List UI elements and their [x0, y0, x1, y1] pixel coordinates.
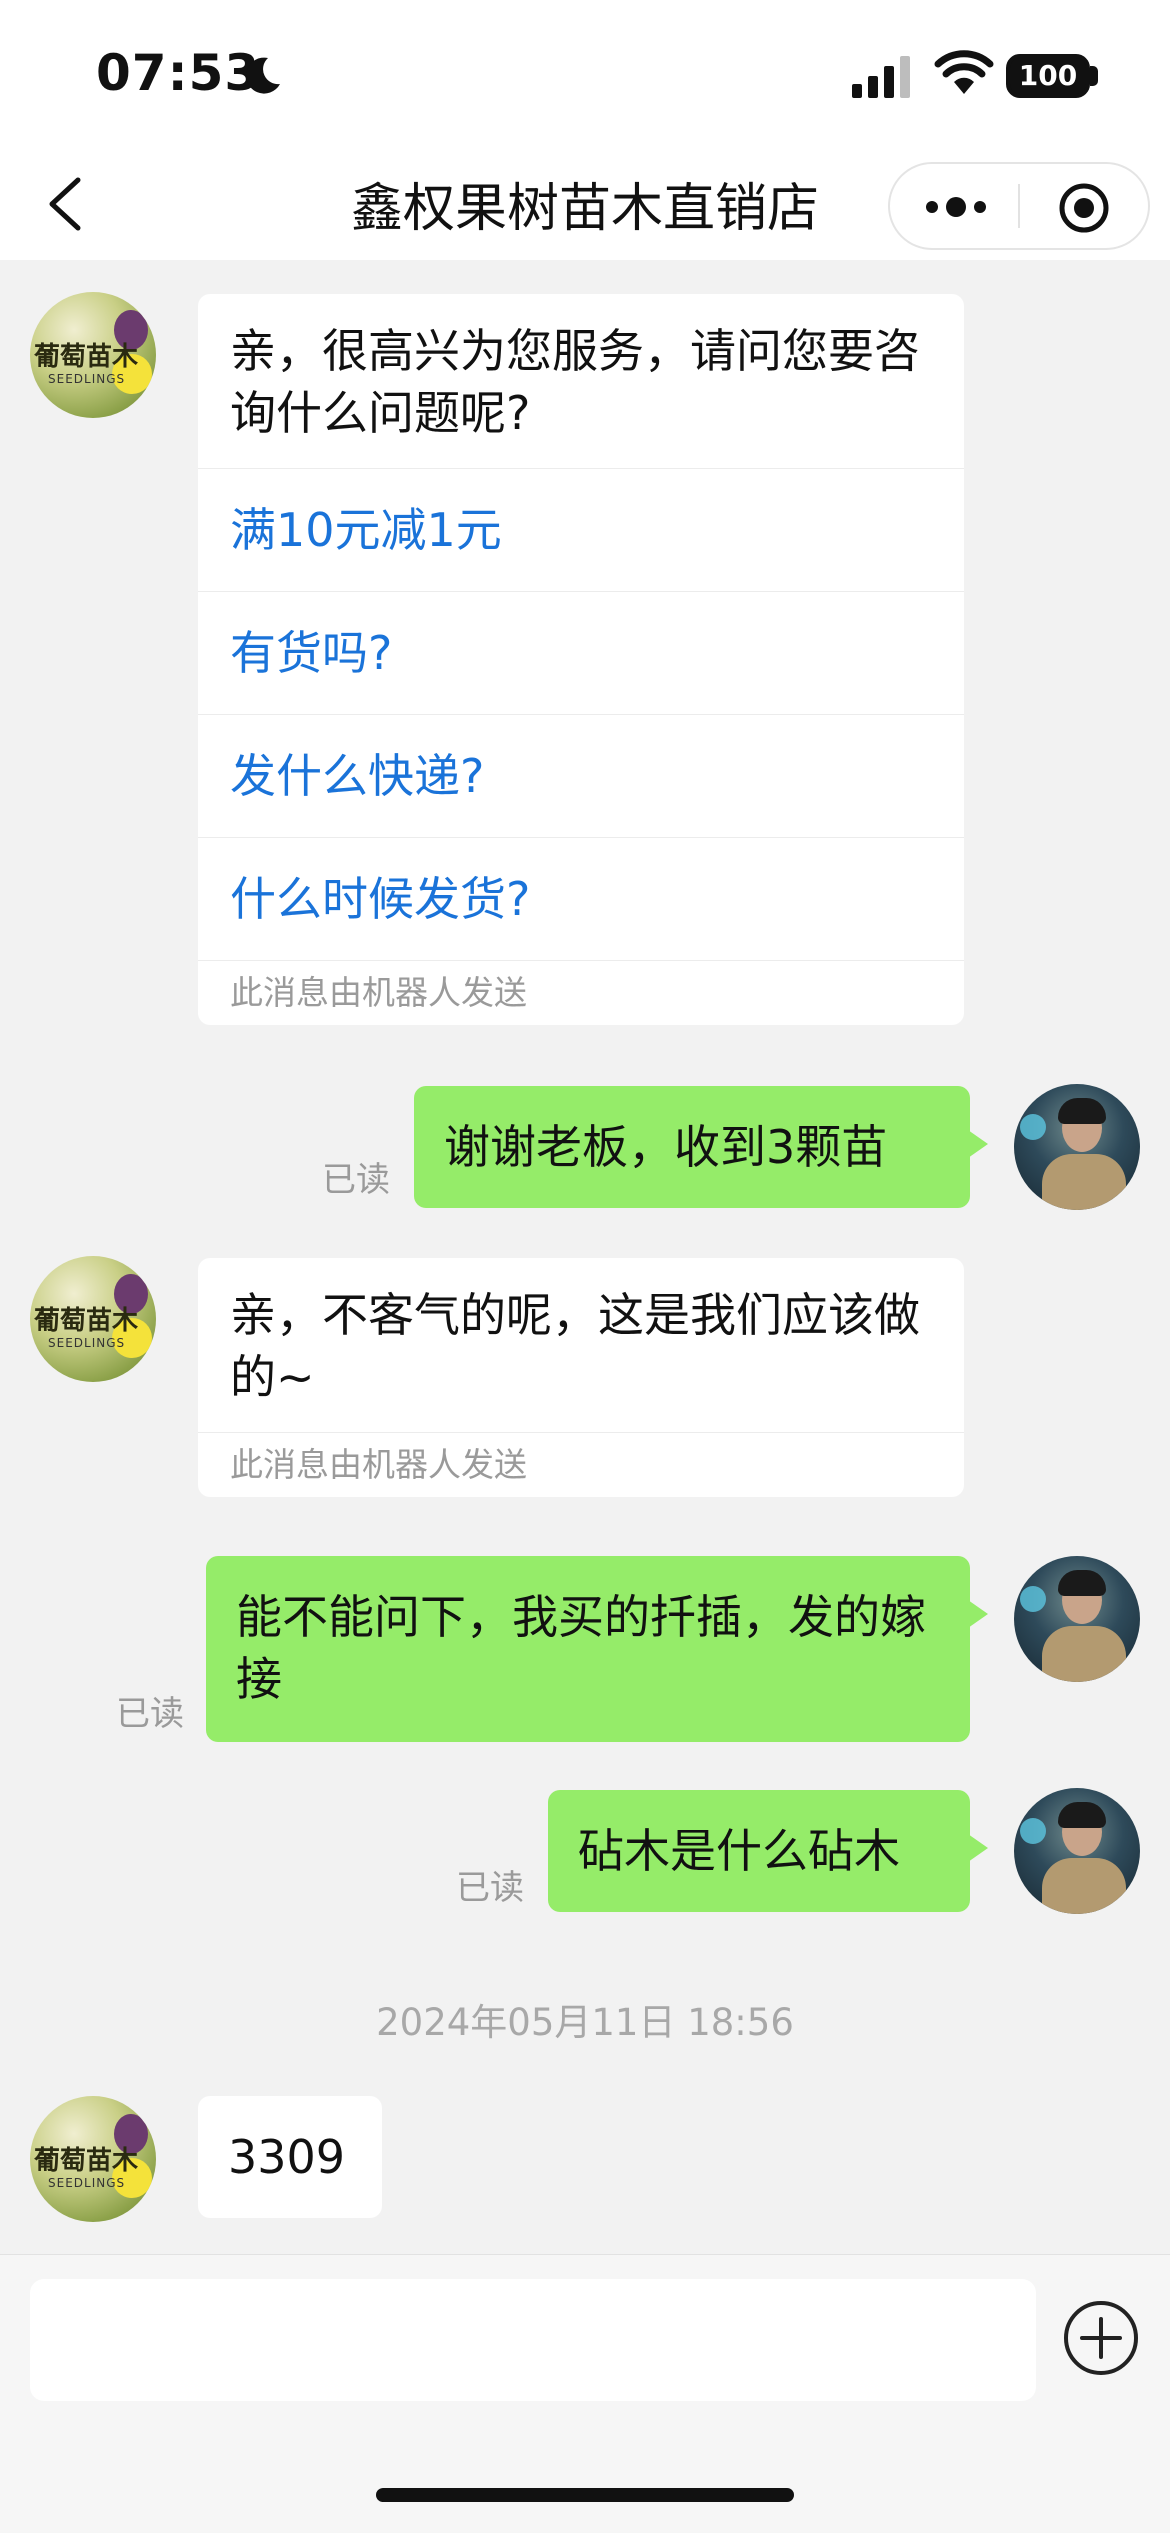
user-message-bubble[interactable]: 谢谢老板，收到3颗苗 — [414, 1086, 988, 1208]
avatar-light — [1020, 1114, 1046, 1140]
shop-avatar[interactable]: 葡萄苗木 SEEDLINGS — [30, 1256, 156, 1382]
battery-tip — [1090, 66, 1098, 86]
shop-reply-text: 亲，不客气的呢，这是我们应该做的~ — [230, 1288, 920, 1404]
avatar-light — [1020, 1586, 1046, 1612]
avatar-hair — [1058, 1570, 1106, 1596]
battery-indicator: 100 — [1006, 54, 1090, 98]
user-message-bubble[interactable]: 能不能问下，我买的扦插，发的嫁接 — [206, 1556, 988, 1742]
robot-sent-note: 此消息由机器人发送 — [198, 960, 964, 1025]
avatar-coat — [1042, 1858, 1126, 1914]
quick-option-discount[interactable]: 满10元减1元 — [198, 468, 964, 591]
close-target-icon[interactable] — [1058, 182, 1110, 234]
quick-option-ship-time[interactable]: 什么时候发货? — [198, 837, 964, 960]
capsule-divider — [1018, 184, 1020, 228]
read-receipt: 已读 — [322, 1160, 390, 1200]
avatar-light — [1020, 1818, 1046, 1844]
avatar-logo-text: 葡萄苗木 — [34, 1306, 139, 1336]
user-avatar[interactable] — [1014, 1556, 1140, 1682]
status-bar: 07:53 100 — [0, 0, 1170, 150]
page-title: 鑫权果树苗木直销店 — [350, 179, 819, 239]
greeting-card: 亲，很高兴为您服务，请问您要咨询什么问题呢? 满10元减1元 有货吗? 发什么快… — [198, 294, 964, 1025]
read-receipt: 已读 — [116, 1694, 184, 1734]
robot-sent-note: 此消息由机器人发送 — [198, 1432, 964, 1497]
quick-option-courier[interactable]: 发什么快递? — [198, 714, 964, 837]
avatar-logo-text: 葡萄苗木 — [34, 342, 139, 372]
mini-program-capsule — [888, 162, 1150, 250]
avatar-coat — [1042, 1626, 1126, 1682]
avatar-coat — [1042, 1154, 1126, 1210]
avatar-logo-sub: SEEDLINGS — [48, 2176, 126, 2190]
nav-bar: 鑫权果树苗木直销店 — [0, 150, 1170, 260]
avatar-logo-sub: SEEDLINGS — [48, 372, 126, 386]
status-time: 07:53 — [96, 44, 261, 102]
message-timestamp: 2024年05月11日 18:56 — [376, 2001, 794, 2044]
greeting-text: 亲，很高兴为您服务，请问您要咨询什么问题呢? — [230, 324, 920, 440]
home-indicator — [376, 2488, 794, 2502]
cellular-signal-icon — [852, 56, 910, 98]
plus-icon[interactable] — [1062, 2299, 1140, 2377]
avatar-logo-sub: SEEDLINGS — [48, 1336, 126, 1350]
user-avatar[interactable] — [1014, 1084, 1140, 1210]
more-options-icon[interactable] — [924, 196, 988, 218]
wifi-icon — [934, 50, 994, 94]
avatar-hair — [1058, 1098, 1106, 1124]
read-receipt: 已读 — [456, 1868, 524, 1908]
shop-message-bubble[interactable]: 3309 — [198, 2096, 382, 2218]
user-avatar[interactable] — [1014, 1788, 1140, 1914]
user-message-bubble[interactable]: 砧木是什么砧木 — [548, 1790, 988, 1912]
shop-avatar[interactable]: 葡萄苗木 SEEDLINGS — [30, 2096, 156, 2222]
moon-icon — [246, 57, 280, 94]
avatar-logo-text: 葡萄苗木 — [34, 2146, 139, 2176]
quick-option-in-stock[interactable]: 有货吗? — [198, 591, 964, 714]
shop-avatar[interactable]: 葡萄苗木 SEEDLINGS — [30, 292, 156, 418]
back-arrow-icon[interactable] — [38, 172, 98, 236]
avatar-hair — [1058, 1802, 1106, 1828]
message-input[interactable] — [30, 2279, 1036, 2401]
shop-reply-card: 亲，不客气的呢，这是我们应该做的~ 此消息由机器人发送 — [198, 1258, 964, 1497]
